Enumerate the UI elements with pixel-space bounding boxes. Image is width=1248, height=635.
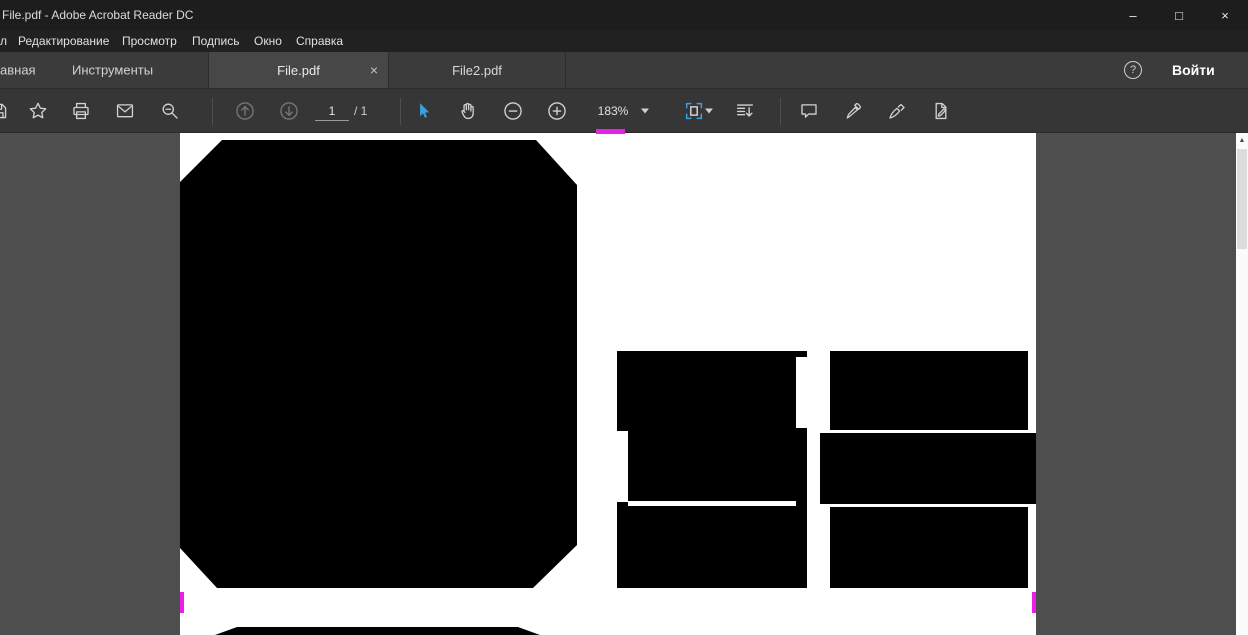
read-mode-icon [736, 103, 754, 117]
tab-close-icon[interactable]: × [370, 63, 378, 77]
redacted-block [180, 140, 577, 588]
comment-bubble-icon [801, 103, 817, 118]
signature-pen-icon [889, 103, 905, 119]
menu-sign[interactable]: Подпись [192, 34, 240, 48]
minimize-button[interactable]: – [1110, 0, 1156, 30]
menu-window[interactable]: Окно [254, 34, 282, 48]
scroll-up-icon[interactable]: ▲ [1236, 136, 1248, 146]
document-canvas [0, 133, 1248, 635]
toolbar: / 1 183% [0, 88, 1248, 133]
doc-tab-label: File2.pdf [452, 62, 502, 78]
pdf-page[interactable] [180, 133, 1036, 635]
comment-tool-button[interactable] [799, 100, 820, 121]
redacted-block [830, 351, 1028, 430]
zoom-in-button[interactable] [546, 100, 568, 122]
save-button[interactable] [0, 100, 10, 121]
plus-circle-icon [548, 101, 566, 120]
menubar: л Редактирование Просмотр Подпись Окно С… [0, 30, 1248, 52]
next-page-button[interactable] [278, 100, 300, 122]
page-count-label: / 1 [354, 103, 368, 118]
magenta-mark-bottom-right [1032, 592, 1036, 613]
cursor-arrow-icon [420, 102, 430, 118]
magenta-mark-top [596, 129, 625, 134]
window-title: File.pdf - Adobe Acrobat Reader DC [2, 8, 194, 22]
save-icon [0, 103, 7, 118]
page-gap [617, 431, 628, 502]
toolbar-separator [400, 98, 401, 125]
redacted-block [820, 433, 1036, 504]
page-fit-button[interactable] [683, 100, 705, 122]
tab-home[interactable]: авная [0, 63, 36, 78]
highlight-tool-button[interactable] [843, 100, 864, 121]
prev-page-button[interactable] [234, 100, 256, 122]
chevron-down-icon [705, 108, 713, 113]
page-gap [628, 501, 796, 506]
zoom-level-value: 183% [597, 103, 629, 118]
zoom-out-button[interactable] [502, 100, 524, 122]
fill-sign-tool-button[interactable] [887, 100, 908, 121]
select-tool-button[interactable] [414, 100, 435, 121]
page-number-input[interactable] [315, 101, 349, 121]
maximize-button[interactable]: □ [1156, 0, 1202, 30]
email-button[interactable] [115, 100, 136, 121]
doc-tab-file2[interactable]: File2.pdf [389, 52, 565, 88]
zoom-level-dropdown[interactable]: 183% [598, 104, 629, 118]
menu-help[interactable]: Справка [296, 34, 343, 48]
menu-file[interactable]: л [0, 34, 7, 48]
zoom-tool-button[interactable] [160, 100, 181, 121]
email-icon [116, 103, 134, 117]
help-icon[interactable]: ? [1124, 61, 1142, 79]
hand-tool-button[interactable] [458, 100, 479, 121]
star-icon [29, 102, 47, 118]
magenta-mark-bottom-left [180, 592, 184, 613]
close-button[interactable]: × [1202, 0, 1248, 30]
titlebar: File.pdf - Adobe Acrobat Reader DC – □ × [0, 0, 1248, 30]
arrow-up-circle-icon [236, 101, 254, 120]
redacted-block [215, 627, 540, 635]
magnifier-minus-icon [162, 103, 178, 119]
tab-tools[interactable]: Инструменты [72, 63, 153, 78]
redacted-block [617, 351, 807, 588]
zoom-caret-button[interactable] [641, 108, 649, 113]
favorites-button[interactable] [28, 100, 49, 121]
page-gap [796, 357, 807, 428]
edit-tools-button[interactable] [931, 100, 952, 121]
scroll-thumb[interactable] [1237, 149, 1247, 249]
read-mode-button[interactable] [734, 100, 756, 122]
vertical-scrollbar[interactable]: ▲ [1236, 133, 1248, 635]
sign-in-button[interactable]: Войти [1172, 62, 1215, 78]
acrobat-window: File.pdf - Adobe Acrobat Reader DC – □ ×… [0, 0, 1248, 635]
toolbar-separator [212, 98, 213, 125]
page-fit-icon [685, 102, 703, 119]
arrow-down-circle-icon [280, 101, 298, 120]
menu-view[interactable]: Просмотр [122, 34, 177, 48]
hand-icon [461, 102, 474, 119]
doc-tab-label: File.pdf [277, 62, 320, 78]
redacted-block [830, 507, 1028, 588]
menu-edit[interactable]: Редактирование [18, 34, 109, 48]
doc-tab-file[interactable]: File.pdf × [209, 52, 388, 88]
page-fit-caret-button[interactable] [705, 108, 713, 113]
tab-separator [565, 52, 566, 88]
tabbar: авная Инструменты File.pdf × File2.pdf ?… [0, 52, 1248, 88]
toolbar-separator [780, 98, 781, 125]
window-controls: – □ × [1110, 0, 1248, 30]
chevron-down-icon [641, 108, 649, 113]
highlighter-icon [846, 102, 861, 119]
print-button[interactable] [71, 100, 92, 121]
minus-circle-icon [504, 101, 522, 120]
page-pencil-icon [935, 102, 947, 119]
print-icon [73, 102, 89, 119]
